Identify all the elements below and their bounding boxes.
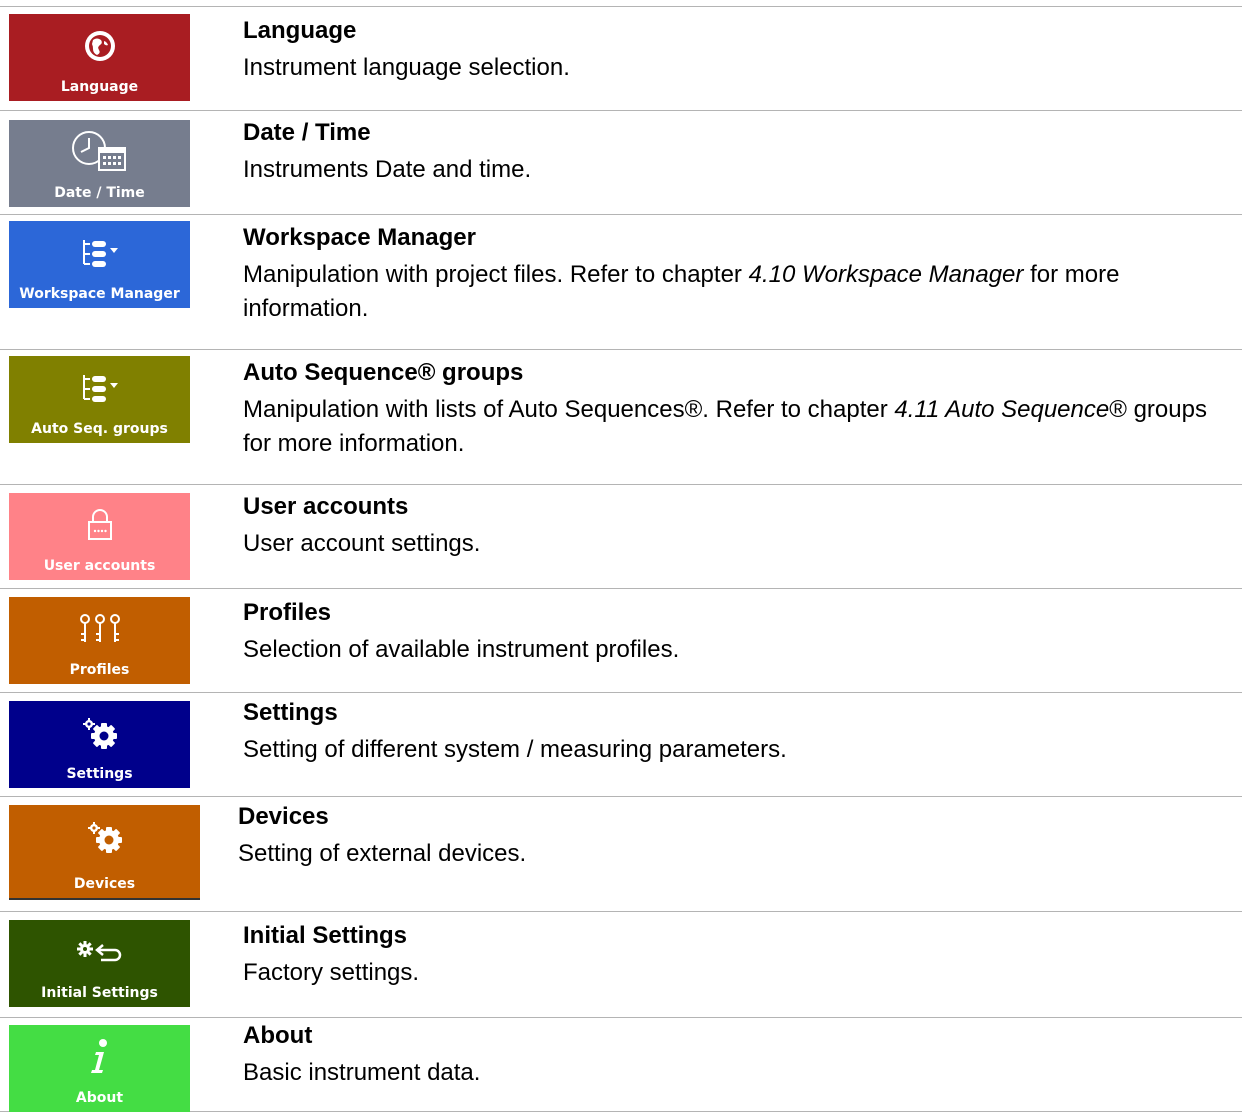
tile-label: Settings [66, 766, 133, 782]
globe-icon [9, 22, 190, 70]
item-description: Factory settings. [243, 959, 420, 986]
item-title: User accounts [243, 493, 409, 520]
list-item-profiles: Profiles Profiles Selection of available… [0, 588, 1242, 692]
item-description: Setting of external devices. [238, 840, 527, 867]
item-description: Basic instrument data. [243, 1059, 481, 1086]
list-item-about: About About Basic instrument data. [0, 1017, 1242, 1112]
item-title: Auto Sequence® groups [243, 359, 524, 386]
item-description: Selection of available instrument profil… [243, 636, 680, 663]
padlock-icon [9, 501, 190, 549]
user-accounts-tile[interactable]: User accounts [9, 493, 190, 580]
tree-menu-icon [9, 364, 190, 412]
item-title: Workspace Manager [243, 224, 476, 251]
item-title: Settings [243, 699, 338, 726]
list-item-devices: Devices Devices Setting of external devi… [0, 796, 1242, 911]
item-description: Instruments Date and time. [243, 156, 532, 183]
language-tile[interactable]: Language [9, 14, 190, 101]
item-description: Manipulation with lists of Auto Sequence… [243, 396, 1207, 457]
item-title: Profiles [243, 599, 332, 626]
clock-calendar-icon [9, 128, 190, 176]
tree-menu-icon [9, 229, 190, 277]
tile-label: About [75, 1090, 124, 1106]
settings-menu-list: Language Language Instrument language se… [0, 0, 1242, 1112]
auto-seq-groups-tile[interactable]: Auto Seq. groups [9, 356, 190, 443]
list-item-language: Language Language Instrument language se… [0, 6, 1242, 110]
workspace-manager-tile[interactable]: Workspace Manager [9, 221, 190, 308]
tile-label: User accounts [43, 558, 156, 574]
tile-label: Workspace Manager [19, 286, 180, 302]
keys-icon [9, 605, 190, 653]
date-time-tile[interactable]: Date / Time [9, 120, 190, 207]
tile-label: Initial Settings [41, 985, 158, 1001]
tile-label: Profiles [69, 662, 130, 678]
list-item-workspace-manager: Workspace Manager Workspace Manager Mani… [0, 214, 1242, 349]
about-tile[interactable]: About [9, 1025, 190, 1112]
settings-tile[interactable]: Settings [9, 701, 190, 788]
item-description: Setting of different system / measuring … [243, 736, 787, 763]
list-item-date-time: Date / Time Date / Time Instruments Date… [0, 110, 1242, 214]
devices-tile[interactable]: Devices [9, 805, 200, 900]
item-title: Devices [238, 803, 329, 830]
gear-return-icon [9, 928, 190, 976]
item-title: About [243, 1022, 313, 1049]
item-title: Language [243, 17, 357, 44]
chapter-reference: 4.10 Workspace Manager [748, 261, 1024, 288]
list-item-user-accounts: User accounts User accounts User account… [0, 484, 1242, 588]
initial-settings-tile[interactable]: Initial Settings [9, 920, 190, 1007]
chapter-reference: 4.11 Auto Sequence [894, 396, 1110, 423]
info-icon [9, 1033, 190, 1081]
tile-label: Date / Time [54, 185, 145, 201]
list-item-auto-sequence-groups: Auto Seq. groups Auto Sequence® groups M… [0, 349, 1242, 484]
item-title: Date / Time [243, 119, 371, 146]
tile-label: Auto Seq. groups [31, 421, 168, 437]
list-item-settings: Settings Settings Setting of different s… [0, 692, 1242, 796]
item-description: User account settings. [243, 530, 481, 557]
list-item-initial-settings: Initial Settings Initial Settings Factor… [0, 911, 1242, 1017]
tile-label: Language [60, 79, 139, 95]
gears-icon [9, 709, 190, 757]
item-title: Initial Settings [243, 922, 408, 949]
profiles-tile[interactable]: Profiles [9, 597, 190, 684]
item-description: Manipulation with project files. Refer t… [243, 261, 1120, 322]
tile-label: Devices [73, 876, 136, 892]
gears-icon [9, 813, 200, 861]
item-description: Instrument language selection. [243, 54, 570, 81]
